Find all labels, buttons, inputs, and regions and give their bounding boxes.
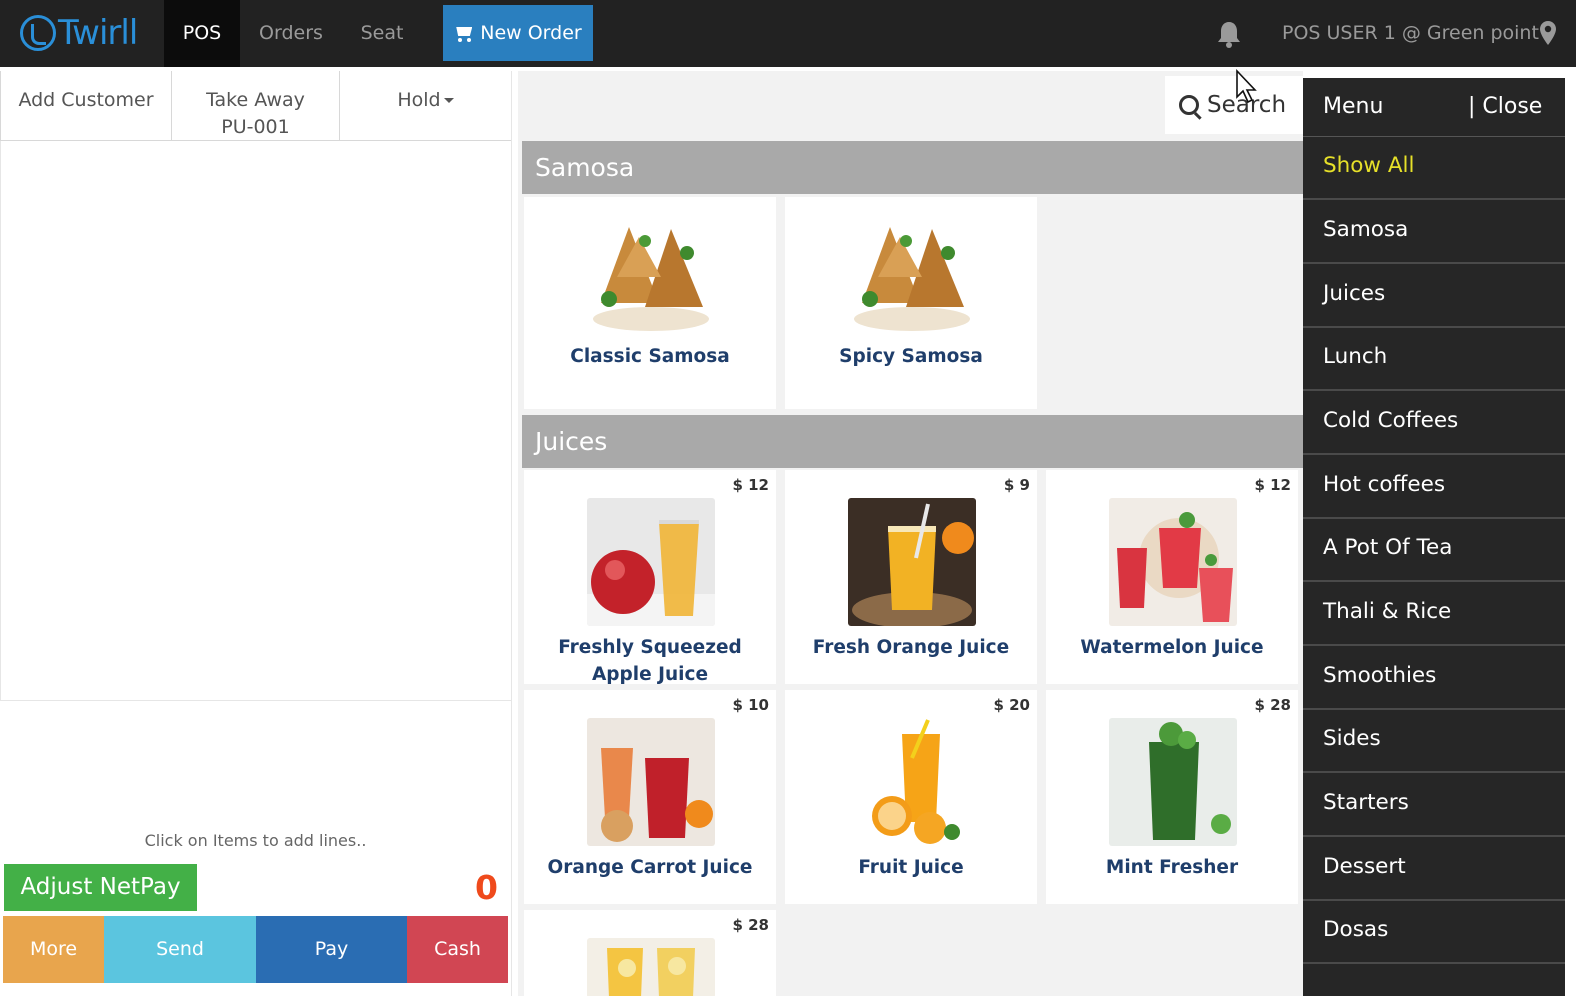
new-order-button[interactable]: New Order [443, 5, 593, 61]
product-price: $ 28 [732, 916, 769, 934]
product-name: Fruit Juice [858, 857, 964, 878]
menu-item-a-pot-of-tea[interactable]: A Pot Of Tea [1303, 519, 1565, 582]
order-total: 0 [475, 868, 498, 907]
product-card[interactable]: $ 12 Watermelon Juice [1046, 470, 1298, 684]
product-name: Watermelon Juice [1080, 637, 1264, 658]
product-price: $ 28 [1254, 696, 1291, 714]
menu-item-starters[interactable]: Starters [1303, 774, 1565, 837]
nav-tab-orders[interactable]: Orders [248, 0, 334, 67]
more-button[interactable]: More [3, 916, 104, 983]
nav-tab-pos[interactable]: POS [164, 0, 240, 67]
menu-close-button[interactable]: | Close [1468, 94, 1542, 119]
menu-item-thali-rice[interactable]: Thali & Rice [1303, 583, 1565, 646]
product-price: $ 10 [732, 696, 769, 714]
send-button[interactable]: Send [104, 916, 256, 983]
new-order-label: New Order [480, 22, 582, 44]
order-lines-area[interactable] [0, 141, 511, 701]
take-away-button[interactable]: Take Away PU-001 [172, 71, 340, 141]
logo-text: Twirll [58, 13, 138, 53]
menu-item-samosa[interactable]: Samosa [1303, 201, 1565, 264]
add-customer-button[interactable]: Add Customer [0, 71, 172, 141]
cash-button[interactable]: Cash [407, 916, 508, 983]
product-name: Fresh Orange Juice [812, 637, 1010, 658]
take-away-label: Take Away [206, 89, 305, 111]
product-card[interactable]: $ 10 Orange Carrot Juice [524, 690, 776, 904]
product-image [1109, 498, 1237, 626]
product-card[interactable]: Classic Samosa [524, 197, 776, 409]
empty-order-hint: Click on Items to add lines.. [144, 831, 367, 850]
user-location-label[interactable]: POS USER 1 @ Green point [1282, 0, 1539, 67]
logo-mark-icon [20, 15, 56, 51]
product-image [848, 718, 976, 846]
product-card[interactable]: $ 28 [524, 910, 776, 996]
hold-dropdown[interactable]: Hold [340, 71, 511, 141]
product-price: $ 20 [993, 696, 1030, 714]
product-image [587, 718, 715, 846]
product-name: Spicy Samosa [839, 346, 983, 367]
nav-tab-seat[interactable]: Seat [344, 0, 420, 67]
menu-item-sides[interactable]: Sides [1303, 710, 1565, 773]
product-image [848, 207, 976, 335]
search-button[interactable]: Search [1165, 76, 1303, 134]
app-logo[interactable]: Twirll [20, 13, 138, 53]
product-image [587, 938, 715, 996]
map-pin-icon[interactable] [1539, 20, 1557, 46]
product-card[interactable]: $ 9 Fresh Orange Juice [785, 470, 1037, 684]
menu-title: Menu [1323, 94, 1384, 119]
adjust-netpay-button[interactable]: Adjust NetPay [4, 864, 197, 911]
cart-icon [454, 25, 474, 42]
product-price: $ 12 [1254, 476, 1291, 494]
menu-item-partial[interactable] [1303, 965, 1565, 996]
menu-item-cold-coffees[interactable]: Cold Coffees [1303, 392, 1565, 455]
category-header-juices: Juices [522, 415, 1303, 468]
category-header-samosa: Samosa [522, 141, 1303, 194]
order-panel: Add Customer Take Away PU-001 Hold Click… [0, 71, 512, 996]
search-icon [1179, 95, 1199, 115]
product-price: $ 12 [732, 476, 769, 494]
product-image [1109, 718, 1237, 846]
product-name: Classic Samosa [570, 346, 730, 367]
product-card[interactable]: $ 12 Freshly Squeezed Apple Juice [524, 470, 776, 685]
product-price: $ 9 [1003, 476, 1030, 494]
menu-item-hot-coffees[interactable]: Hot coffees [1303, 456, 1565, 519]
product-name: Freshly Squeezed Apple Juice [558, 637, 742, 685]
menu-item-show-all[interactable]: Show All [1303, 137, 1565, 200]
mouse-cursor-icon [1236, 69, 1257, 104]
product-card[interactable]: Spicy Samosa [785, 197, 1037, 409]
product-grid: Search Samosa Classic Samosa Spicy Samos… [518, 71, 1303, 996]
hold-label: Hold [397, 89, 441, 111]
product-name: Orange Carrot Juice [547, 857, 753, 878]
menu-item-juices[interactable]: Juices [1303, 265, 1565, 328]
product-image [587, 207, 715, 335]
menu-header: Menu | Close [1303, 78, 1565, 137]
product-image [848, 498, 976, 626]
menu-item-smoothies[interactable]: Smoothies [1303, 647, 1565, 710]
menu-item-lunch[interactable]: Lunch [1303, 328, 1565, 391]
order-code: PU-001 [221, 116, 290, 138]
top-navbar: Twirll POS Orders Seat New Order POS USE… [0, 0, 1576, 67]
product-image [587, 498, 715, 626]
pay-button[interactable]: Pay [256, 916, 407, 983]
product-card[interactable]: $ 20 Fruit Juice [785, 690, 1037, 904]
category-menu: Menu | Close Show All Samosa Juices Lunc… [1303, 78, 1565, 996]
menu-item-dosas[interactable]: Dosas [1303, 901, 1565, 964]
product-card[interactable]: $ 28 Mint Fresher [1046, 690, 1298, 904]
product-name: Mint Fresher [1105, 857, 1239, 878]
bell-icon[interactable] [1216, 20, 1242, 48]
order-header-row: Add Customer Take Away PU-001 Hold [0, 71, 511, 141]
caret-down-icon [443, 98, 454, 103]
menu-item-dessert[interactable]: Dessert [1303, 838, 1565, 901]
